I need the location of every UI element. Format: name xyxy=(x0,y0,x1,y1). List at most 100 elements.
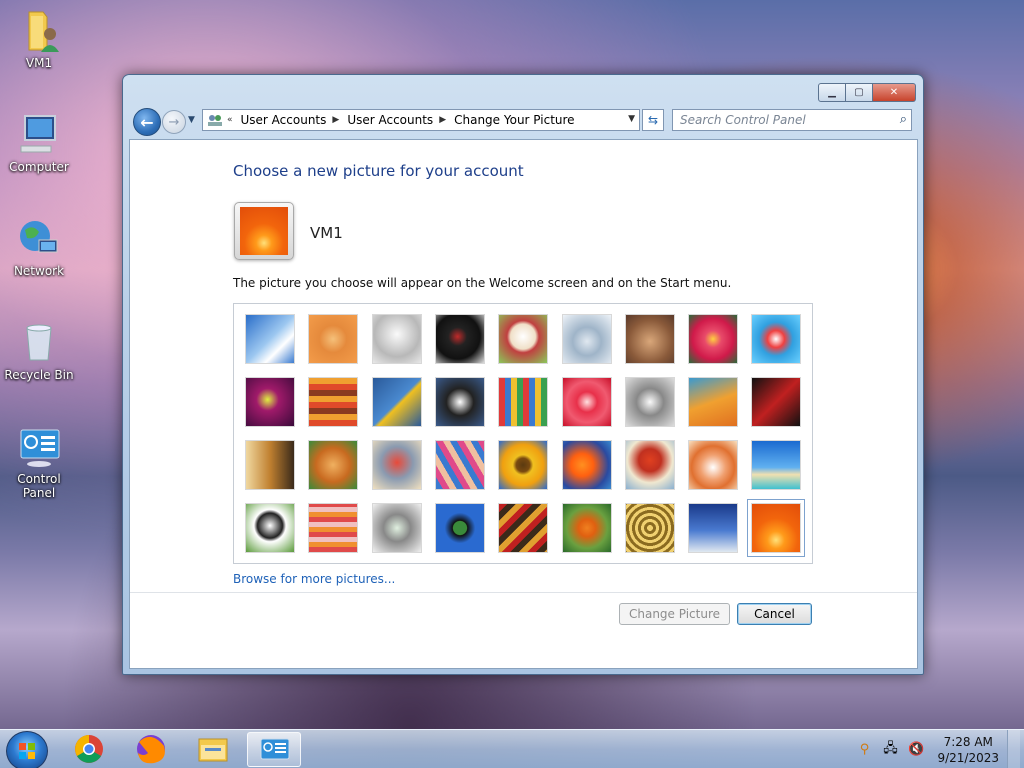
picture-tile-sunflower[interactable] xyxy=(498,440,549,490)
picture-tile-fabric[interactable] xyxy=(308,377,359,427)
picture-tile-sailboat[interactable] xyxy=(751,440,802,490)
picture-grid xyxy=(233,303,813,564)
user-folder-icon xyxy=(15,6,63,54)
desktop-icon-computer[interactable]: Computer xyxy=(0,110,78,174)
back-button[interactable]: ← xyxy=(133,108,161,136)
browse-more-pictures-link[interactable]: Browse for more pictures... xyxy=(233,572,395,586)
desktop-icon-network[interactable]: Network xyxy=(0,214,78,278)
control-panel-small-icon xyxy=(207,113,223,127)
control-panel-icon xyxy=(15,422,63,470)
breadcrumb-separator-icon[interactable]: ▶ xyxy=(439,115,446,125)
picture-tile-kitten[interactable] xyxy=(624,314,675,364)
taskbar-chrome[interactable] xyxy=(62,732,116,767)
picture-tile-star-lantern[interactable] xyxy=(561,377,612,427)
taskbar: ⚲ 🖧 🔇 7:28 AM 9/21/2023 xyxy=(0,729,1024,768)
picture-tile-puppy[interactable] xyxy=(308,440,359,490)
chrome-icon xyxy=(75,735,103,763)
back-arrow-icon: ← xyxy=(140,112,154,132)
network-icon[interactable]: 🖧 xyxy=(881,741,899,758)
picture-tile-roller-coaster[interactable] xyxy=(245,314,295,364)
desktop-icon-label: Computer xyxy=(9,160,69,174)
breadcrumb-overflow[interactable]: « xyxy=(227,115,233,125)
picture-tile-rug[interactable] xyxy=(498,503,549,553)
desktop-icon-label: Control Panel xyxy=(17,472,61,500)
volume-muted-icon[interactable]: 🔇 xyxy=(907,742,925,758)
current-account-picture xyxy=(234,202,294,260)
clock[interactable]: 7:28 AM 9/21/2023 xyxy=(937,734,999,766)
close-icon: ✕ xyxy=(889,87,899,98)
desktop-icon-control-panel[interactable]: Control Panel xyxy=(0,422,78,500)
picture-tile-textile[interactable] xyxy=(308,503,359,553)
search-tray-icon[interactable]: ⚲ xyxy=(855,742,873,758)
picture-tile-shawl[interactable] xyxy=(434,440,485,490)
picture-tile-fish[interactable] xyxy=(561,440,612,490)
breadcrumb-user-accounts[interactable]: User Accounts xyxy=(241,113,327,127)
picture-tile-lighthouse[interactable] xyxy=(688,503,739,553)
orange-flower-image xyxy=(240,207,288,255)
page-title: Choose a new picture for your account xyxy=(233,162,524,180)
picture-tile-starfish[interactable] xyxy=(308,314,359,364)
picture-tile-paper-crane[interactable] xyxy=(751,377,802,427)
change-picture-window: ▁ ▢ ✕ ← → ▼ « User Accounts ▶ User Accou… xyxy=(122,74,924,675)
picture-tile-hot-air-balloon[interactable] xyxy=(624,440,675,490)
control-panel-icon xyxy=(260,738,290,760)
address-dropdown-icon[interactable]: ▼ xyxy=(628,114,635,124)
start-button[interactable] xyxy=(6,731,48,768)
minimize-icon: ▁ xyxy=(828,87,836,98)
minimize-button[interactable]: ▁ xyxy=(818,83,846,102)
taskbar-firefox[interactable] xyxy=(124,732,178,767)
picture-tile-guitar[interactable] xyxy=(245,440,295,490)
recycle-bin-icon xyxy=(15,318,63,366)
folder-icon xyxy=(198,738,228,762)
window-controls: ▁ ▢ ✕ xyxy=(818,83,916,102)
picture-tile-window[interactable] xyxy=(434,503,485,553)
taskbar-control-panel[interactable] xyxy=(247,732,301,767)
cancel-button[interactable]: Cancel xyxy=(737,603,812,625)
divider xyxy=(130,592,917,593)
picture-tile-gyroscope[interactable] xyxy=(561,314,612,364)
breadcrumb-user-accounts-2[interactable]: User Accounts xyxy=(347,113,433,127)
desktop-icon-label: Network xyxy=(13,264,65,278)
picture-tile-beach-ball[interactable] xyxy=(245,377,295,427)
picture-tile-stairs[interactable] xyxy=(688,377,739,427)
picture-tile-orange-flower[interactable] xyxy=(747,499,806,557)
desktop-icon-label: Recycle Bin xyxy=(4,368,74,382)
picture-tile-shell[interactable] xyxy=(624,503,675,553)
picture-description: The picture you choose will appear on th… xyxy=(233,276,732,290)
refresh-button[interactable]: ⇆ xyxy=(642,109,664,131)
forward-button[interactable]: → xyxy=(162,110,186,134)
computer-icon xyxy=(15,110,63,158)
picture-tile-marbles[interactable] xyxy=(371,503,422,553)
close-button[interactable]: ✕ xyxy=(873,83,916,102)
picture-tile-soccer-ball[interactable] xyxy=(245,503,295,553)
picture-tile-jacks[interactable] xyxy=(624,377,675,427)
address-bar[interactable]: « User Accounts ▶ User Accounts ▶ Change… xyxy=(202,109,640,131)
picture-tile-robot[interactable] xyxy=(371,440,422,490)
breadcrumb-separator-icon[interactable]: ▶ xyxy=(332,115,339,125)
recent-pages-button[interactable]: ▼ xyxy=(188,115,195,125)
maximize-button[interactable]: ▢ xyxy=(846,83,873,102)
picture-tile-crayons[interactable] xyxy=(498,377,549,427)
desktop-icon-vm1[interactable]: VM1 xyxy=(0,6,78,70)
picture-tile-doll[interactable] xyxy=(688,440,739,490)
search-input[interactable]: Search Control Panel ⌕ xyxy=(672,109,912,131)
search-icon[interactable]: ⌕ xyxy=(900,112,907,127)
picture-tile-ferris-wheel[interactable] xyxy=(751,314,802,364)
picture-tile-record-player[interactable] xyxy=(434,314,485,364)
picture-tile-leaf[interactable] xyxy=(371,377,422,427)
forward-arrow-icon: → xyxy=(168,114,180,130)
change-picture-button[interactable]: Change Picture xyxy=(619,603,730,625)
chevron-down-icon: ▼ xyxy=(188,115,195,125)
clock-time: 7:28 AM xyxy=(943,734,993,749)
show-desktop-button[interactable] xyxy=(1007,730,1020,768)
search-placeholder: Search Control Panel xyxy=(680,113,806,127)
picture-tile-butterfly[interactable] xyxy=(561,503,612,553)
windows-logo-icon xyxy=(19,743,35,759)
picture-tile-pink-flower[interactable] xyxy=(688,314,739,364)
picture-tile-lucky-cat[interactable] xyxy=(498,314,549,364)
desktop-icon-recycle-bin[interactable]: Recycle Bin xyxy=(0,318,78,382)
picture-tile-robot-toy[interactable] xyxy=(371,314,422,364)
taskbar-file-explorer[interactable] xyxy=(186,732,240,767)
picture-tile-dog[interactable] xyxy=(434,377,485,427)
breadcrumb-change-your-picture[interactable]: Change Your Picture xyxy=(454,113,574,127)
